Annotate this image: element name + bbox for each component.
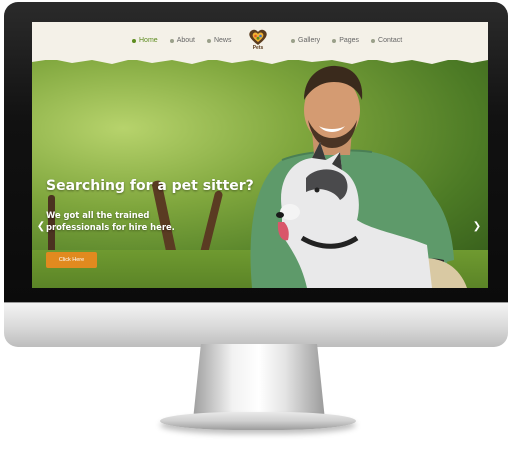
nav-item-about[interactable]: About xyxy=(169,37,195,44)
bullet-icon xyxy=(169,38,174,43)
bullet-icon xyxy=(332,38,337,43)
nav-item-contact[interactable]: Contact xyxy=(371,37,402,44)
bullet-icon xyxy=(132,38,136,43)
paw-heart-icon xyxy=(249,29,267,45)
nav-item-news[interactable]: News xyxy=(206,37,232,44)
desktop-monitor: Home About News Pets Gallery Pages Conta… xyxy=(4,2,508,347)
top-navigation: Home About News Pets Gallery Pages Conta… xyxy=(32,22,488,60)
nav-label: News xyxy=(213,37,232,44)
nav-label: About xyxy=(176,37,195,44)
monitor-chin xyxy=(4,302,508,347)
site-logo[interactable]: Pets xyxy=(247,28,269,54)
nav-item-home[interactable]: Home xyxy=(132,37,158,44)
bullet-icon xyxy=(371,38,376,43)
hero-subline: We got all the trained professionals for… xyxy=(46,210,175,232)
chevron-right-icon[interactable]: ❯ xyxy=(472,221,482,233)
man-with-husky-image xyxy=(250,65,467,288)
monitor-stand-base xyxy=(160,412,356,430)
monitor-stand-neck xyxy=(193,344,325,420)
nav-label: Contact xyxy=(378,37,403,44)
click-here-button[interactable]: Click Here xyxy=(46,252,97,268)
nav-right-group: Gallery Pages Contact xyxy=(291,37,402,44)
nav-label: Gallery xyxy=(298,37,321,44)
nav-item-pages[interactable]: Pages xyxy=(332,37,359,44)
chevron-left-icon[interactable]: ❮ xyxy=(36,221,46,233)
logo-text: Pets xyxy=(252,45,264,51)
torn-paper-edge xyxy=(32,56,488,64)
nav-label: Home xyxy=(139,37,158,44)
nav-label: Pages xyxy=(339,37,360,44)
bullet-icon xyxy=(206,38,211,43)
hero-headline: Searching for a pet sitter? xyxy=(46,178,254,194)
nav-item-gallery[interactable]: Gallery xyxy=(291,37,320,44)
bullet-icon xyxy=(291,38,295,43)
website-screen: Home About News Pets Gallery Pages Conta… xyxy=(32,22,488,288)
hero-slider: Searching for a pet sitter? We got all t… xyxy=(32,60,488,288)
nav-left-group: Home About News xyxy=(132,37,232,44)
